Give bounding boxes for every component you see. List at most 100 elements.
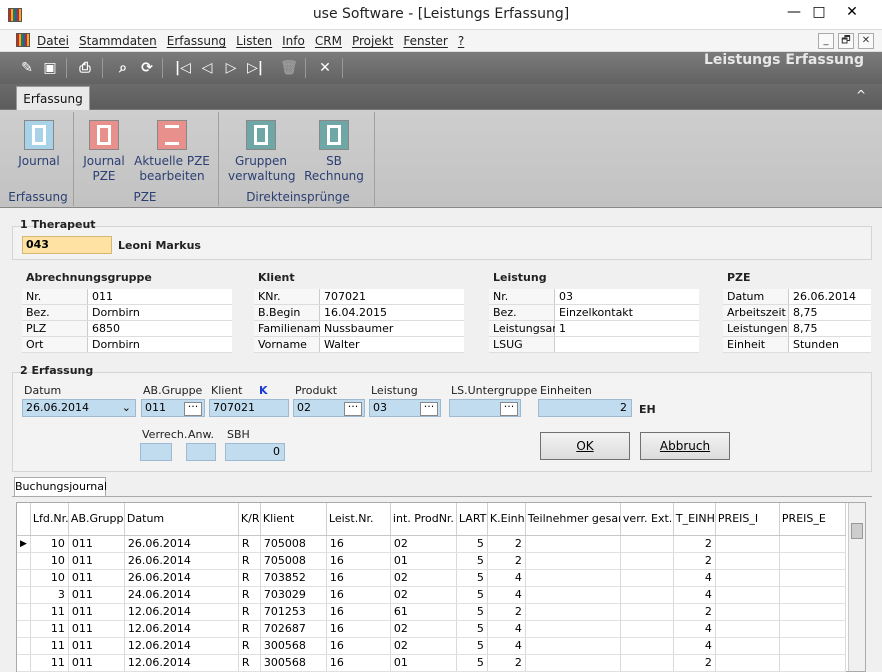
column-header[interactable]: Datum [124,503,239,536]
close-button[interactable]: ✕ [836,2,868,24]
menu-projekt[interactable]: Projekt [352,34,393,48]
sb-rechnung-button[interactable]: SB Rechnung [304,120,364,184]
tab-erfassung[interactable]: Erfassung [16,86,90,111]
table-row[interactable]: 11 011 12.06.2014 R 300568 16 01 5 2 2 [17,654,846,672]
column-header[interactable]: PREIS_E [779,503,846,536]
leistung-lookup-button[interactable]: ··· [420,401,438,416]
row-selector[interactable] [17,586,31,604]
menu-listen[interactable]: Listen [236,34,272,48]
table-cell: R [238,654,261,672]
table-row[interactable]: 11 011 12.06.2014 R 702687 16 02 5 4 4 [17,620,846,638]
ribbon-separator [218,112,219,206]
table-cell: R [238,586,261,604]
menu-datei[interactable]: Datei [37,34,69,48]
column-header[interactable]: K/R [238,503,261,536]
column-header[interactable]: verr. Ext. [620,503,674,536]
gruppenverwaltung-button[interactable]: Gruppen verwaltung [228,120,295,184]
verrech-field[interactable] [140,443,172,461]
collapse-ribbon-icon[interactable]: ^ [856,88,866,102]
row-selector[interactable] [17,620,31,638]
menu-crm[interactable]: CRM [315,34,342,48]
leistung-field[interactable]: 03 ··· [369,399,441,417]
anw-field[interactable] [186,443,216,461]
produkt-field[interactable]: 02 ··· [293,399,365,417]
therapeut-code-field[interactable]: 043 [22,236,112,254]
toolbar-separator [102,58,103,78]
current-row-indicator-icon[interactable]: ▶ [17,535,31,553]
menu-erfassung[interactable]: Erfassung [167,34,226,48]
lsunter-field[interactable]: ··· [449,399,521,417]
table-cell [620,535,674,553]
refresh-icon[interactable]: ⟳ [136,57,158,79]
menu-fenster[interactable]: Fenster [403,34,448,48]
table-row[interactable]: 10 011 26.06.2014 R 705008 16 01 5 2 2 [17,552,846,570]
journal-button[interactable]: Journal [14,120,64,169]
column-header[interactable]: Leist.Nr. [326,503,391,536]
mdi-minimize-button[interactable]: _ [818,33,834,49]
klient-field[interactable]: 707021 [209,399,289,417]
row-selector[interactable] [17,552,31,570]
mdi-close-button[interactable]: ✕ [858,33,874,49]
abgruppe-field[interactable]: 011 ··· [141,399,205,417]
table-row[interactable]: 3 011 24.06.2014 R 703029 16 02 5 4 4 [17,586,846,604]
table-row[interactable]: ▶ 10 011 26.06.2014 R 705008 16 02 5 2 2 [17,535,846,553]
table-row[interactable]: 10 011 26.06.2014 R 703852 16 02 5 4 4 [17,569,846,587]
sbh-field[interactable]: 0 [225,443,285,461]
pze-row: Datum 26.06.2014 [723,289,871,305]
menu-stammdaten[interactable]: Stammdaten [79,34,157,48]
table-cell: 4 [487,586,526,604]
aktuelle-pze-button[interactable]: Aktuelle PZE bearbeiten [134,120,210,184]
column-header[interactable]: T_EINH [673,503,716,536]
table-row[interactable]: 11 011 12.06.2014 R 300568 16 02 5 4 4 [17,637,846,655]
previous-record-icon[interactable]: ◁ [196,57,218,79]
column-header[interactable]: AB.Gruppe [68,503,125,536]
column-header[interactable]: Lfd.Nr. [30,503,69,536]
edit-icon[interactable]: ✎ [16,57,38,79]
save-icon[interactable]: ▣ [39,57,61,79]
einheiten-field[interactable]: 2 [538,399,632,417]
maximize-button[interactable]: □ [803,2,835,24]
journal-pze-button[interactable]: Journal PZE [80,120,128,184]
column-header[interactable]: PREIS_I [715,503,780,536]
column-header[interactable]: int. ProdNr. [390,503,457,536]
column-header[interactable]: Klient [260,503,327,536]
column-header[interactable]: LART [456,503,488,536]
abrechnungsgruppe-value: Dornbirn [88,337,232,352]
column-header[interactable]: K.Einh [487,503,526,536]
scrollbar-thumb[interactable] [851,523,863,539]
klient-row: KNr. 707021 [254,289,464,305]
abrechnungsgruppe-header: Abrechnungsgruppe [26,271,152,284]
leistung-value [555,337,699,352]
abbruch-button[interactable]: Abbruch [640,432,730,460]
menu-info[interactable]: Info [282,34,305,48]
abrechnungsgruppe-row: Ort Dornbirn [22,337,232,353]
last-record-icon[interactable]: ▷| [244,57,266,79]
table-cell: 2 [487,654,526,672]
column-header[interactable]: Teilnehmer gesam. [525,503,621,536]
chevron-down-icon[interactable]: ⌄ [122,400,131,416]
table-row[interactable]: 11 011 12.06.2014 R 701253 16 61 5 2 2 [17,603,846,621]
lsunter-lookup-button[interactable]: ··· [500,401,518,416]
leistung-key: Nr. [489,289,555,304]
produkt-lookup-button[interactable]: ··· [344,401,362,416]
first-record-icon[interactable]: |◁ [172,57,194,79]
ok-button[interactable]: OK [540,432,630,460]
datum-field[interactable]: 26.06.2014 ⌄ [22,399,136,417]
search-icon[interactable]: ⌕ [112,57,134,79]
row-selector[interactable] [17,603,31,621]
vertical-scrollbar[interactable] [848,503,865,671]
row-selector[interactable] [17,569,31,587]
mdi-restore-button[interactable]: 🗗 [838,33,854,49]
row-selector[interactable] [17,654,31,672]
next-record-icon[interactable]: ▷ [220,57,242,79]
abgruppe-lookup-button[interactable]: ··· [184,401,202,416]
menu-help[interactable]: ? [458,34,464,48]
therapeut-name: Leoni Markus [118,239,201,252]
cancel-icon[interactable]: ✕ [314,57,336,79]
table-cell: 12.06.2014 [124,654,239,672]
tab-buchungsjournal[interactable]: Buchungsjournal [14,477,107,497]
row-selector[interactable] [17,637,31,655]
delete-icon[interactable]: 🗑 [278,57,300,79]
print-icon[interactable]: ⎙ [74,57,96,79]
table-cell: 5 [456,654,488,672]
